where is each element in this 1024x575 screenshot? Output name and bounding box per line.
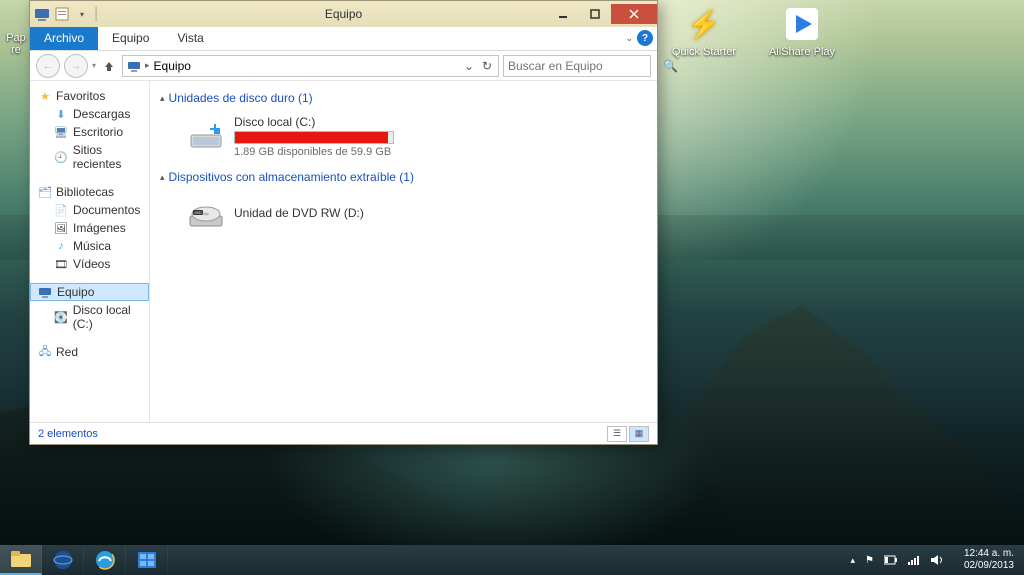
clock-time: 12:44 a. m. bbox=[964, 548, 1014, 560]
hard-drive-icon bbox=[186, 115, 226, 155]
category-removable[interactable]: ▴ Dispositivos con almacenamiento extraí… bbox=[160, 170, 647, 184]
ribbon-expand-icon[interactable]: ⌄ bbox=[625, 33, 633, 44]
drive-name: Disco local (C:) bbox=[234, 115, 647, 129]
ribbon: Archivo Equipo Vista ⌄ ? bbox=[30, 27, 657, 51]
drive-usage-bar bbox=[234, 131, 394, 144]
document-icon: 📄 bbox=[54, 203, 68, 217]
quick-access-toolbar: ▾ | bbox=[30, 5, 102, 23]
window-titlebar[interactable]: ▾ | Equipo bbox=[30, 1, 657, 27]
desktop-icon-label: AllShare Play bbox=[769, 46, 835, 58]
tab-file[interactable]: Archivo bbox=[30, 27, 98, 50]
disk-icon: 💽 bbox=[54, 310, 68, 324]
address-location: Equipo bbox=[154, 59, 458, 73]
lightning-icon: ⚡ bbox=[684, 4, 724, 44]
taskbar-file-explorer[interactable] bbox=[0, 545, 42, 575]
drive-name: Unidad de DVD RW (D:) bbox=[234, 206, 364, 220]
play-icon bbox=[782, 4, 822, 44]
address-dropdown-icon[interactable]: ⌄ bbox=[462, 59, 476, 73]
desktop-icon-label: Quick Starter bbox=[672, 46, 736, 58]
content-pane: ▴ Unidades de disco duro (1) bbox=[150, 81, 657, 422]
taskbar: ▴ ⚑ 12:44 a. m. 02/09/2013 bbox=[0, 545, 1024, 575]
nav-item-videos[interactable]: 🎞Vídeos bbox=[30, 255, 149, 273]
view-tiles-button[interactable]: ▦ bbox=[629, 426, 649, 442]
tab-view[interactable]: Vista bbox=[163, 27, 217, 50]
video-icon: 🎞 bbox=[54, 257, 68, 271]
category-hard-drives[interactable]: ▴ Unidades de disco duro (1) bbox=[160, 91, 647, 105]
svg-text:DVD: DVD bbox=[195, 211, 203, 215]
window-title: Equipo bbox=[325, 7, 362, 21]
tray-overflow-icon[interactable]: ▴ bbox=[850, 555, 855, 566]
view-details-button[interactable]: ☰ bbox=[607, 426, 627, 442]
volume-icon[interactable] bbox=[930, 554, 944, 566]
address-bar-row: ← → ▾ ▸ Equipo ⌄ ↻ 🔍 bbox=[30, 51, 657, 81]
drive-free-text: 1.89 GB disponibles de 59.9 GB bbox=[234, 146, 647, 158]
picture-icon: 🖼 bbox=[54, 221, 68, 235]
flag-icon[interactable]: ⚑ bbox=[865, 555, 874, 566]
desktop: Pap re ⚡ Quick Starter AllShare Play ▾ bbox=[0, 0, 1024, 575]
network-signal-icon[interactable] bbox=[908, 555, 920, 565]
nav-item-pictures[interactable]: 🖼Imágenes bbox=[30, 219, 149, 237]
nav-item-downloads[interactable]: ⬇Descargas bbox=[30, 105, 149, 123]
nav-item-recent[interactable]: 🕘Sitios recientes bbox=[30, 141, 149, 173]
address-bar[interactable]: ▸ Equipo ⌄ ↻ bbox=[122, 55, 499, 77]
properties-icon[interactable] bbox=[54, 6, 70, 22]
up-button[interactable] bbox=[100, 57, 118, 75]
refresh-icon[interactable]: ↻ bbox=[480, 59, 494, 73]
computer-icon bbox=[34, 6, 50, 22]
nav-group-network[interactable]: 🖧 Red bbox=[30, 343, 149, 361]
history-dropdown-icon[interactable]: ▾ bbox=[92, 61, 96, 70]
close-button[interactable] bbox=[611, 4, 657, 24]
taskbar-browser[interactable] bbox=[42, 545, 84, 575]
chevron-right-icon[interactable]: ▸ bbox=[145, 60, 150, 71]
nav-item-documents[interactable]: 📄Documentos bbox=[30, 201, 149, 219]
explorer-body: ★ Favoritos ⬇Descargas 🖥Escritorio 🕘Siti… bbox=[30, 81, 657, 422]
desktop-icon-partial[interactable]: Pap re bbox=[0, 32, 32, 56]
nav-item-local-disk-c[interactable]: 💽Disco local (C:) bbox=[30, 301, 149, 333]
drive-usage-fill bbox=[235, 132, 388, 143]
battery-icon[interactable] bbox=[884, 555, 898, 565]
desktop-icon-allshare-play[interactable]: AllShare Play bbox=[766, 4, 838, 58]
collapse-icon: ▴ bbox=[160, 93, 165, 104]
music-icon: ♪ bbox=[54, 239, 68, 253]
star-icon: ★ bbox=[38, 89, 52, 103]
drive-dvd-d[interactable]: DVD Unidad de DVD RW (D:) bbox=[160, 190, 647, 242]
qa-dropdown-icon[interactable]: ▾ bbox=[74, 6, 90, 22]
forward-button[interactable]: → bbox=[64, 54, 88, 78]
taskbar-clock[interactable]: 12:44 a. m. 02/09/2013 bbox=[954, 548, 1024, 572]
search-input[interactable] bbox=[508, 59, 663, 73]
clock-date: 02/09/2013 bbox=[964, 560, 1014, 572]
maximize-button[interactable] bbox=[579, 4, 611, 24]
desktop-icon-quick-starter[interactable]: ⚡ Quick Starter bbox=[668, 4, 740, 58]
dvd-drive-icon: DVD bbox=[186, 194, 226, 234]
desktop-icon: 🖥 bbox=[54, 125, 68, 139]
collapse-icon: ▴ bbox=[160, 172, 165, 183]
minimize-button[interactable] bbox=[547, 4, 579, 24]
nav-item-desktop[interactable]: 🖥Escritorio bbox=[30, 123, 149, 141]
taskbar-app[interactable] bbox=[126, 545, 168, 575]
nav-group-libraries[interactable]: 🗂 Bibliotecas bbox=[30, 183, 149, 201]
search-icon: 🔍 bbox=[663, 59, 678, 73]
download-icon: ⬇ bbox=[54, 107, 68, 121]
back-button[interactable]: ← bbox=[36, 54, 60, 78]
nav-item-music[interactable]: ♪Música bbox=[30, 237, 149, 255]
desktop-icons: ⚡ Quick Starter AllShare Play bbox=[668, 4, 838, 58]
drive-local-c[interactable]: Disco local (C:) 1.89 GB disponibles de … bbox=[160, 111, 647, 166]
recent-icon: 🕘 bbox=[54, 150, 68, 164]
search-box[interactable]: 🔍 bbox=[503, 55, 651, 77]
computer-icon bbox=[127, 59, 141, 73]
network-icon: 🖧 bbox=[38, 345, 52, 359]
taskbar-internet-explorer[interactable] bbox=[84, 545, 126, 575]
nav-group-favorites[interactable]: ★ Favoritos bbox=[30, 87, 149, 105]
file-explorer-window: ▾ | Equipo Archivo Equipo Vista bbox=[29, 0, 658, 445]
system-tray[interactable]: ▴ ⚑ bbox=[840, 554, 954, 566]
libraries-icon: 🗂 bbox=[38, 185, 52, 199]
status-text: 2 elementos bbox=[38, 428, 98, 440]
status-bar: 2 elementos ☰ ▦ bbox=[30, 422, 657, 444]
nav-group-computer[interactable]: Equipo bbox=[30, 283, 149, 301]
help-icon[interactable]: ? bbox=[637, 30, 653, 46]
computer-icon bbox=[38, 285, 52, 299]
tab-computer[interactable]: Equipo bbox=[98, 27, 163, 50]
navigation-pane: ★ Favoritos ⬇Descargas 🖥Escritorio 🕘Siti… bbox=[30, 81, 150, 422]
